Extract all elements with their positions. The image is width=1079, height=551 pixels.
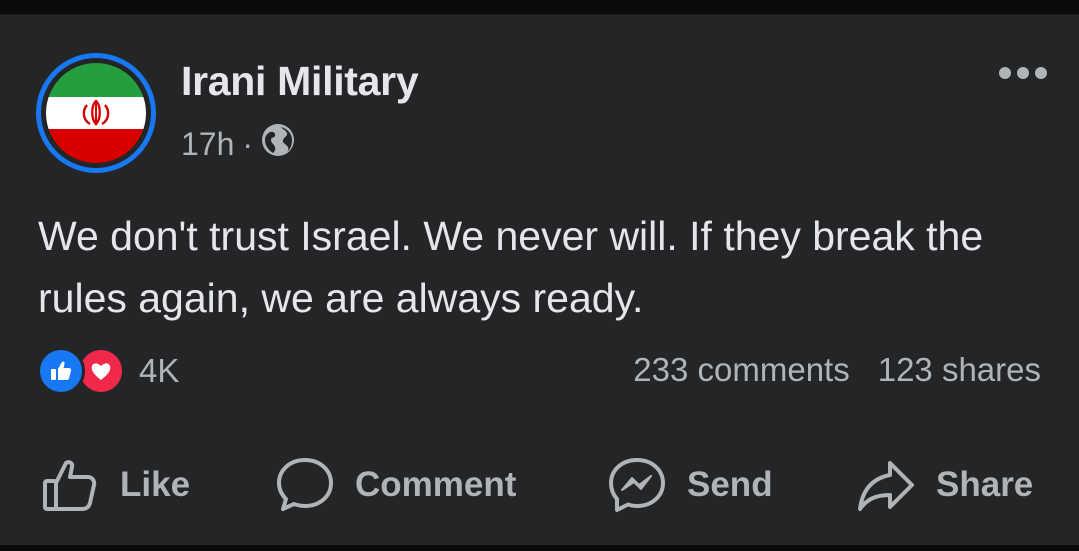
post-text: We don't trust Israel. We never will. If… bbox=[38, 213, 984, 321]
post-time[interactable]: 17h bbox=[181, 126, 234, 163]
reaction-count: 4K bbox=[139, 352, 180, 389]
messenger-icon bbox=[607, 456, 667, 514]
shares-count[interactable]: 123 shares bbox=[878, 351, 1041, 389]
comment-bubble-icon bbox=[275, 456, 335, 514]
comments-count[interactable]: 233 comments bbox=[633, 351, 849, 389]
send-button[interactable]: Send bbox=[607, 455, 773, 515]
post-stats: 233 comments 123 shares bbox=[633, 351, 1041, 389]
author-name[interactable]: Irani Military bbox=[181, 58, 419, 105]
meta-separator: · bbox=[242, 125, 254, 162]
more-dot-icon bbox=[999, 67, 1011, 79]
like-reaction-icon bbox=[37, 347, 85, 395]
like-label: Like bbox=[120, 465, 191, 504]
post-card: Irani Military 17h · We don't trust Isra… bbox=[0, 14, 1079, 545]
thumbs-up-icon bbox=[42, 457, 100, 513]
reactions-summary[interactable]: 4K bbox=[37, 347, 179, 395]
share-arrow-icon bbox=[856, 457, 916, 513]
iran-flag-icon bbox=[46, 63, 146, 163]
comment-button[interactable]: Comment bbox=[275, 455, 516, 515]
like-button[interactable]: Like bbox=[42, 455, 190, 515]
globe-icon bbox=[261, 123, 295, 165]
action-bar: Like Comment Send Share bbox=[0, 455, 1079, 515]
share-label: Share bbox=[936, 465, 1034, 504]
post-meta: 17h · bbox=[181, 123, 295, 165]
more-dot-icon bbox=[1017, 67, 1029, 79]
share-button[interactable]: Share bbox=[856, 455, 1033, 515]
avatar[interactable] bbox=[36, 53, 156, 173]
more-options-button[interactable] bbox=[999, 67, 1047, 79]
more-dot-icon bbox=[1035, 67, 1047, 79]
comment-label: Comment bbox=[355, 465, 517, 504]
send-label: Send bbox=[687, 465, 773, 504]
